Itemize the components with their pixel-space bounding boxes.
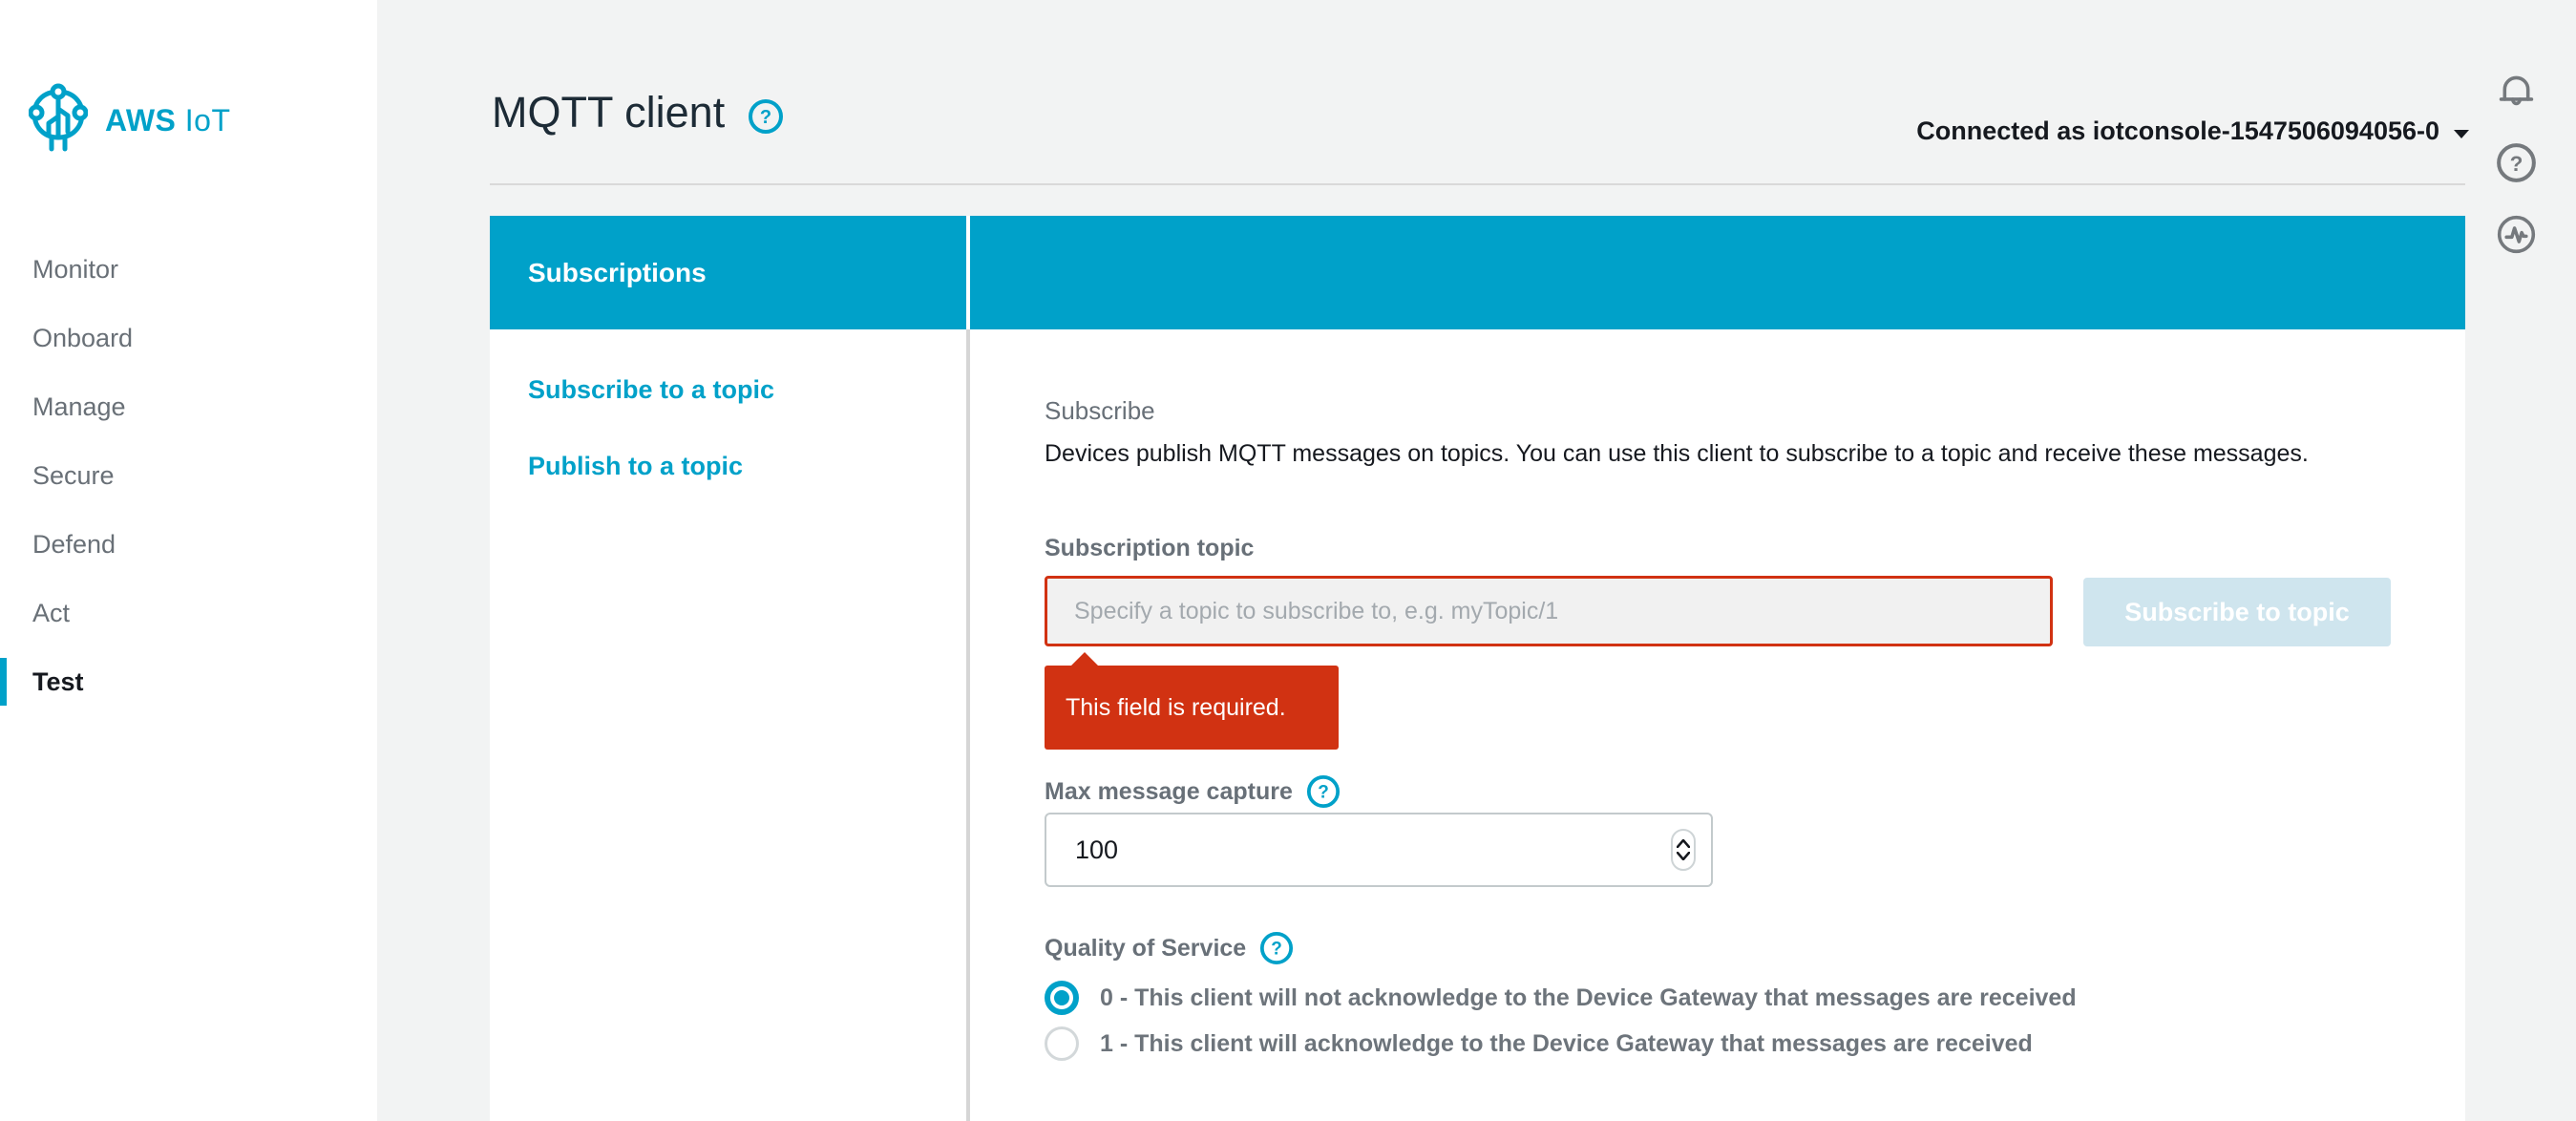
- link-publish-to-topic[interactable]: Publish to a topic: [528, 452, 743, 481]
- sidebar-item-test[interactable]: Test: [0, 647, 377, 716]
- sidebar-item-label: Monitor: [32, 255, 118, 284]
- max-message-capture-label: Max message capture: [1045, 778, 1293, 806]
- max-message-capture-input[interactable]: [1046, 814, 1711, 885]
- subscribe-to-topic-button[interactable]: Subscribe to topic: [2083, 578, 2391, 646]
- subscriptions-sidebar: Subscribe to a topic Publish to a topic: [490, 329, 966, 1121]
- sidebar-nav: Monitor Onboard Manage Secure Defend Act…: [0, 235, 377, 716]
- max-message-capture-field: [1045, 813, 1713, 887]
- aws-iot-logo[interactable]: AWS IoT: [29, 82, 231, 159]
- subscribe-description: Devices publish MQTT messages on topics.…: [1045, 434, 2391, 473]
- radio-unselected-icon[interactable]: [1045, 1026, 1079, 1061]
- max-message-capture-row: Max message capture ?: [1045, 774, 1341, 809]
- svg-text:?: ?: [760, 107, 771, 128]
- link-subscribe-to-topic[interactable]: Subscribe to a topic: [528, 375, 774, 405]
- tab-subscriptions[interactable]: Subscriptions: [490, 216, 966, 329]
- quality-of-service-row: Quality of Service ?: [1045, 931, 1294, 965]
- sidebar-item-manage[interactable]: Manage: [0, 372, 377, 441]
- utility-icon-strip: ?: [2495, 70, 2538, 256]
- qos-option-0-label: 0 - This client will not acknowledge to …: [1100, 984, 2077, 1012]
- sidebar-item-label: Defend: [32, 530, 116, 559]
- help-circle-icon[interactable]: ?: [2495, 141, 2538, 184]
- page-title: MQTT client: [492, 88, 725, 137]
- qos-option-1-label: 1 - This client will acknowledge to the …: [1100, 1030, 2033, 1058]
- quality-of-service-label: Quality of Service: [1045, 935, 1246, 962]
- svg-text:?: ?: [2510, 152, 2523, 176]
- connected-as-dropdown[interactable]: Connected as iotconsole-1547506094056-0: [1916, 116, 2470, 146]
- page-header: MQTT client ?: [492, 88, 784, 137]
- radio-dot: [1054, 990, 1069, 1005]
- header-divider: [490, 183, 2465, 185]
- qos-help-icon[interactable]: ?: [1259, 931, 1294, 965]
- sidebar-item-defend[interactable]: Defend: [0, 510, 377, 579]
- tab-subscriptions-label: Subscriptions: [528, 258, 707, 288]
- active-indicator: [0, 658, 7, 706]
- qos-option-0[interactable]: 0 - This client will not acknowledge to …: [1045, 975, 2077, 1021]
- logo-text-aws: AWS: [105, 103, 176, 137]
- sidebar-item-secure[interactable]: Secure: [0, 441, 377, 510]
- stepper-up-icon: [1677, 839, 1690, 848]
- sidebar-item-act[interactable]: Act: [0, 579, 377, 647]
- subscription-topic-label: Subscription topic: [1045, 535, 1254, 562]
- required-error-text: This field is required.: [1066, 694, 1286, 722]
- sidebar-item-label: Manage: [32, 392, 126, 421]
- number-stepper[interactable]: [1671, 829, 1696, 871]
- required-error-tooltip: This field is required.: [1045, 666, 1339, 750]
- sidebar-item-monitor[interactable]: Monitor: [0, 235, 377, 304]
- sidebar-item-label: Secure: [32, 461, 115, 490]
- svg-text:?: ?: [1318, 783, 1329, 803]
- activity-pulse-icon[interactable]: [2495, 213, 2538, 256]
- logo-text: AWS IoT: [105, 103, 231, 138]
- panel-header-bar: [970, 216, 2465, 329]
- sidebar-item-label: Onboard: [32, 324, 133, 352]
- sidebar: AWS IoT Monitor Onboard Manage Secure De…: [0, 0, 377, 1121]
- stepper-down-icon: [1677, 852, 1690, 860]
- qos-option-1[interactable]: 1 - This client will acknowledge to the …: [1045, 1021, 2033, 1067]
- radio-selected-icon[interactable]: [1045, 981, 1079, 1015]
- sidebar-item-label: Act: [32, 599, 70, 627]
- caret-down-icon: [2453, 116, 2470, 146]
- sidebar-item-label: Test: [32, 667, 84, 696]
- aws-iot-console: AWS IoT Monitor Onboard Manage Secure De…: [0, 0, 2576, 1121]
- subscribe-section-heading: Subscribe: [1045, 396, 1155, 426]
- max-message-help-icon[interactable]: ?: [1306, 774, 1341, 809]
- aws-iot-logo-icon: [29, 82, 88, 159]
- mqtt-client-help-icon[interactable]: ?: [748, 98, 784, 135]
- logo-text-iot: IoT: [185, 103, 231, 137]
- sidebar-item-onboard[interactable]: Onboard: [0, 304, 377, 372]
- subscription-topic-input[interactable]: [1045, 576, 2053, 646]
- connected-as-label: Connected as iotconsole-1547506094056-0: [1916, 116, 2439, 146]
- svg-text:?: ?: [1271, 940, 1282, 960]
- notifications-bell-icon[interactable]: [2495, 70, 2538, 113]
- subscribe-panel: Subscribe Devices publish MQTT messages …: [970, 329, 2465, 1121]
